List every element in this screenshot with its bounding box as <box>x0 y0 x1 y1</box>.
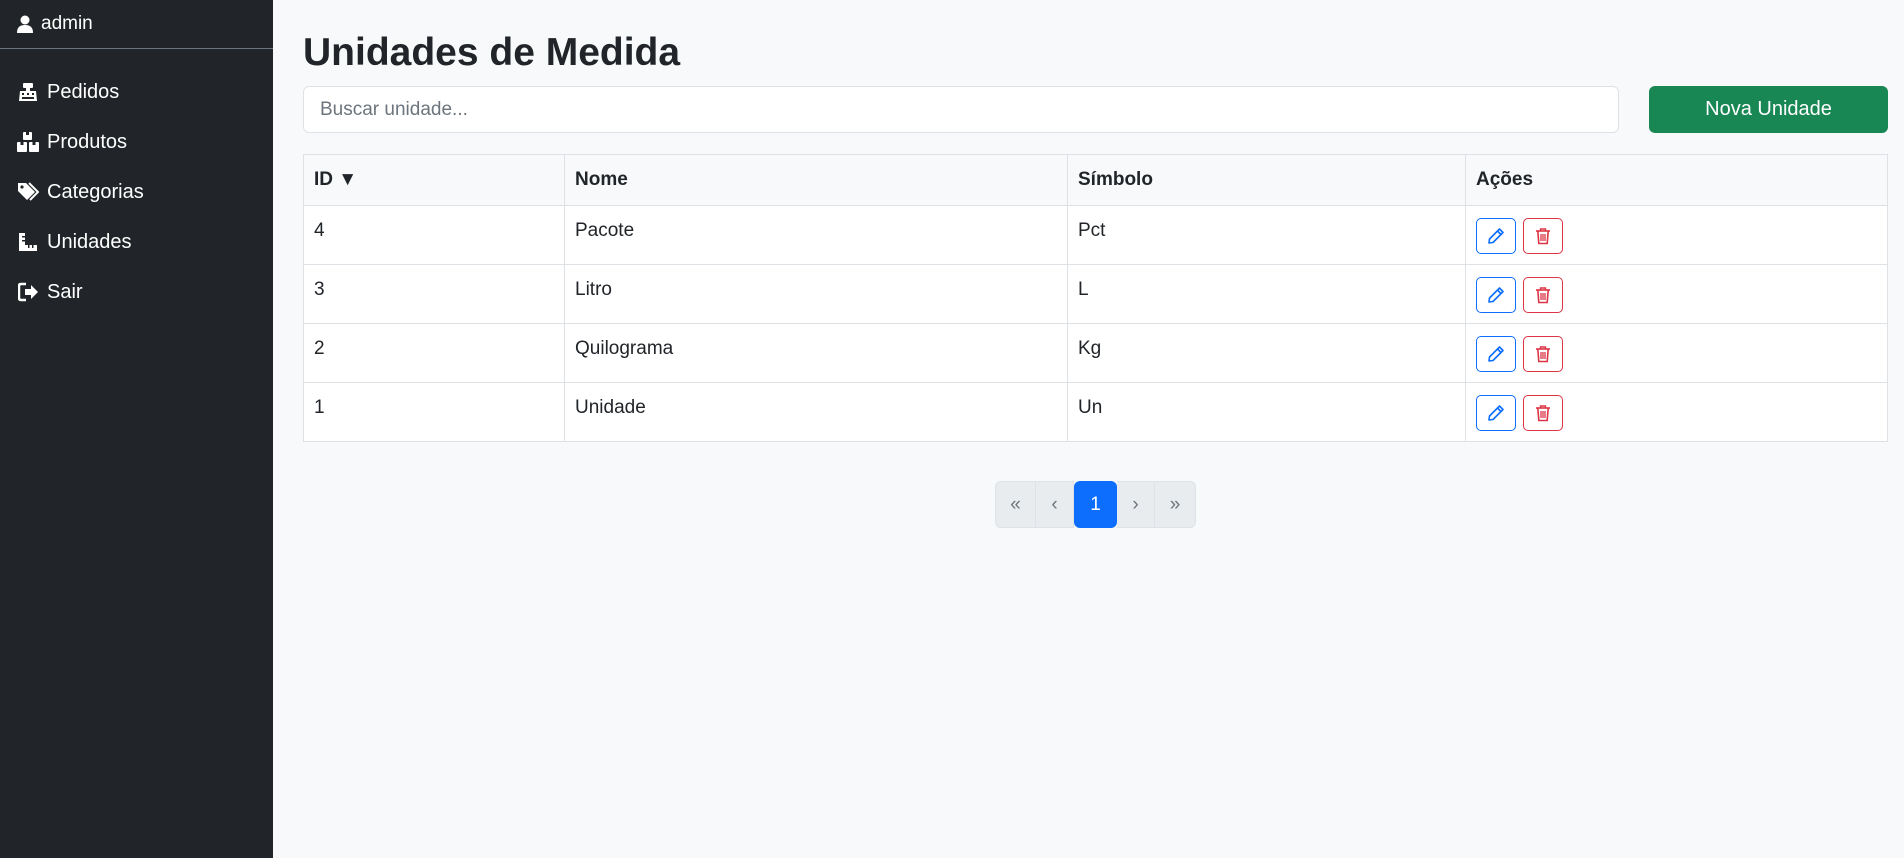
sidebar: admin Pedidos Produtos Categorias Unidad… <box>0 0 273 858</box>
trash-icon <box>1536 287 1551 304</box>
table-row: 4 Pacote Pct <box>303 205 1888 265</box>
table-row: 1 Unidade Un <box>303 382 1888 442</box>
edit-button[interactable] <box>1476 218 1516 254</box>
sidebar-item-sair[interactable]: Sair <box>0 267 273 317</box>
pencil-icon <box>1488 287 1504 303</box>
pagination-last[interactable]: » <box>1155 481 1196 528</box>
pagination-current-page[interactable]: 1 <box>1074 481 1117 528</box>
cell-simbolo: Pct <box>1067 205 1466 265</box>
cell-actions <box>1465 382 1888 442</box>
sidebar-nav: Pedidos Produtos Categorias Unidades Sai… <box>0 49 273 317</box>
column-header-nome: Nome <box>564 154 1068 206</box>
sidebar-item-label: Pedidos <box>47 80 120 103</box>
edit-button[interactable] <box>1476 395 1516 431</box>
sidebar-item-pedidos[interactable]: Pedidos <box>0 67 273 117</box>
sidebar-item-unidades[interactable]: Unidades <box>0 217 273 267</box>
delete-button[interactable] <box>1523 277 1564 313</box>
pagination-next[interactable]: › <box>1117 481 1155 528</box>
cell-nome: Litro <box>564 264 1068 324</box>
column-header-id[interactable]: ID ▼ <box>303 154 565 206</box>
delete-button[interactable] <box>1523 336 1564 372</box>
pencil-icon <box>1488 346 1504 362</box>
cell-id: 2 <box>303 323 565 383</box>
toolbar: Nova Unidade <box>303 86 1889 133</box>
pagination-prev[interactable]: ‹ <box>1036 481 1074 528</box>
cell-nome: Pacote <box>564 205 1068 265</box>
sidebar-item-label: Categorias <box>47 180 144 203</box>
delete-button[interactable] <box>1523 395 1564 431</box>
table-row: 2 Quilograma Kg <box>303 323 1888 383</box>
pencil-icon <box>1488 228 1504 244</box>
units-table: ID ▼ Nome Símbolo Ações 4 Pacote Pct 3 L… <box>303 154 1888 442</box>
sidebar-item-label: Unidades <box>47 230 132 253</box>
sidebar-item-produtos[interactable]: Produtos <box>0 117 273 167</box>
cell-nome: Unidade <box>564 382 1068 442</box>
cell-actions <box>1465 264 1888 324</box>
trash-icon <box>1536 346 1551 363</box>
new-unit-button[interactable]: Nova Unidade <box>1649 86 1888 133</box>
sidebar-item-categorias[interactable]: Categorias <box>0 167 273 217</box>
page-title: Unidades de Medida <box>303 31 681 74</box>
cell-actions <box>1465 323 1888 383</box>
pagination-first[interactable]: « <box>995 481 1036 528</box>
trash-icon <box>1536 405 1551 422</box>
tags-icon <box>17 181 39 203</box>
user-info: admin <box>0 0 273 49</box>
edit-button[interactable] <box>1476 336 1516 372</box>
cell-id: 3 <box>303 264 565 324</box>
table-row: 3 Litro L <box>303 264 1888 324</box>
edit-button[interactable] <box>1476 277 1516 313</box>
user-name: admin <box>41 13 93 34</box>
search-input[interactable] <box>303 86 1619 133</box>
boxes-icon <box>17 131 39 153</box>
cell-simbolo: Un <box>1067 382 1466 442</box>
cell-id: 4 <box>303 205 565 265</box>
cell-simbolo: L <box>1067 264 1466 324</box>
pagination: « ‹ 1 › » <box>995 481 1196 528</box>
cell-simbolo: Kg <box>1067 323 1466 383</box>
user-icon <box>17 15 33 34</box>
cell-actions <box>1465 205 1888 265</box>
cell-id: 1 <box>303 382 565 442</box>
sidebar-item-label: Sair <box>47 280 83 303</box>
column-header-acoes: Ações <box>1465 154 1888 206</box>
sidebar-item-label: Produtos <box>47 130 128 153</box>
trash-icon <box>1536 228 1551 245</box>
delete-button[interactable] <box>1523 218 1564 254</box>
cash-register-icon <box>17 81 39 103</box>
pencil-icon <box>1488 405 1504 421</box>
cell-nome: Quilograma <box>564 323 1068 383</box>
ruler-icon <box>17 231 39 253</box>
sign-out-icon <box>17 281 39 303</box>
main-content: Unidades de Medida Nova Unidade ID ▼ Nom… <box>273 0 1904 858</box>
column-header-simbolo: Símbolo <box>1067 154 1466 206</box>
table-header-row: ID ▼ Nome Símbolo Ações <box>303 154 1888 206</box>
